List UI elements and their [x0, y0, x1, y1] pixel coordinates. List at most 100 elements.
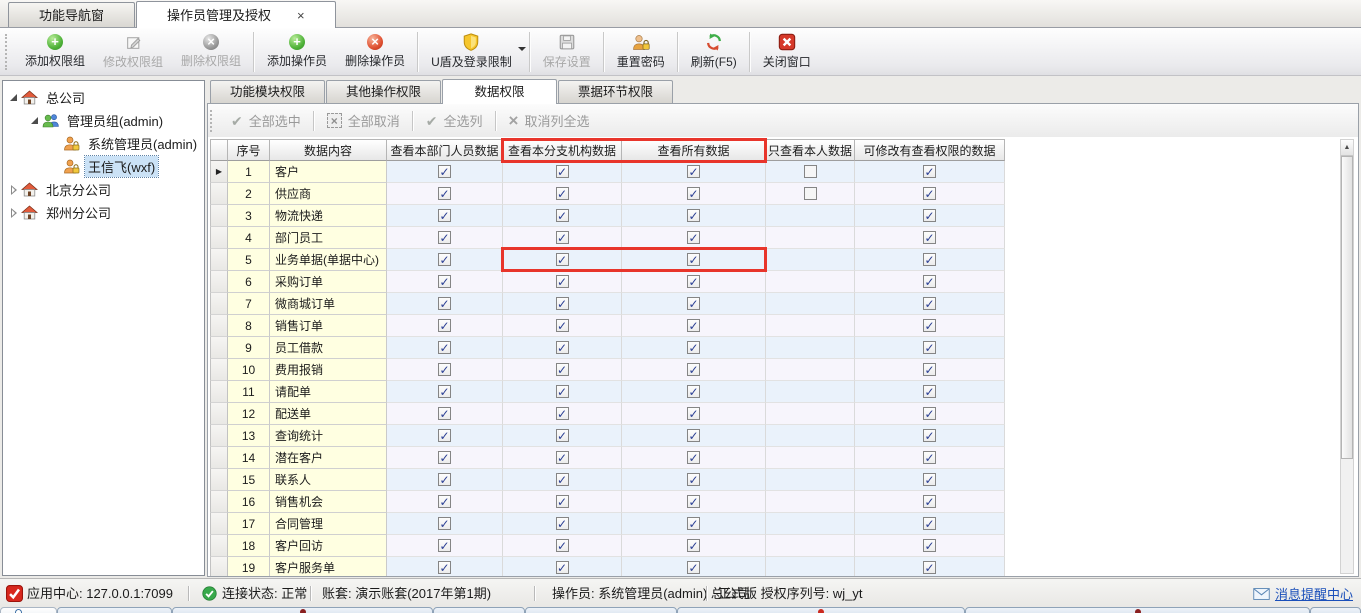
- expander-collapsed-icon[interactable]: [11, 185, 17, 195]
- checkbox-checked[interactable]: ✓: [438, 429, 451, 442]
- row-selector-cell[interactable]: [210, 249, 228, 271]
- checkbox-checked[interactable]: ✓: [438, 253, 451, 266]
- row-selector-cell[interactable]: [210, 271, 228, 293]
- row-selector-cell[interactable]: [210, 513, 228, 535]
- toolbar-button-ushield-login-limit[interactable]: U盾及登录限制: [422, 30, 526, 74]
- checkbox-checked[interactable]: ✓: [438, 517, 451, 530]
- checkbox-checked[interactable]: ✓: [923, 561, 936, 574]
- checkbox-checked[interactable]: ✓: [923, 429, 936, 442]
- checkbox-checked[interactable]: ✓: [687, 275, 700, 288]
- checkbox-checked[interactable]: ✓: [556, 319, 569, 332]
- checkbox-checked[interactable]: ✓: [923, 319, 936, 332]
- dock-segment[interactable]: [57, 607, 172, 613]
- checkbox-checked[interactable]: ✓: [438, 473, 451, 486]
- tree-item-zhengzhou-branch[interactable]: 郑州分公司: [3, 201, 204, 224]
- tree-item-wang-xinfei[interactable]: 王信飞(wxf): [3, 155, 204, 178]
- row-selector-cell[interactable]: [210, 469, 228, 491]
- perm-tab-data-perm[interactable]: 数据权限: [442, 79, 557, 104]
- checkbox-checked[interactable]: ✓: [556, 561, 569, 574]
- checkbox-checked[interactable]: ✓: [923, 495, 936, 508]
- toolbar-button-refresh[interactable]: 刷新(F5): [682, 30, 746, 74]
- grid-column-header[interactable]: 序号: [228, 139, 270, 161]
- checkbox-checked[interactable]: ✓: [556, 517, 569, 530]
- checkbox-checked[interactable]: ✓: [556, 407, 569, 420]
- scroll-up-button[interactable]: ▲: [1341, 140, 1353, 156]
- row-selector-cell[interactable]: [210, 337, 228, 359]
- checkbox-checked[interactable]: ✓: [438, 363, 451, 376]
- checkbox-checked[interactable]: ✓: [687, 363, 700, 376]
- checkbox-checked[interactable]: ✓: [687, 385, 700, 398]
- checkbox-checked[interactable]: ✓: [687, 495, 700, 508]
- checkbox-checked[interactable]: ✓: [438, 385, 451, 398]
- checkbox-checked[interactable]: ✓: [687, 517, 700, 530]
- checkbox-unchecked[interactable]: [804, 165, 817, 178]
- checkbox-checked[interactable]: ✓: [923, 451, 936, 464]
- checkbox-checked[interactable]: ✓: [438, 297, 451, 310]
- tree-expander[interactable]: [28, 117, 41, 124]
- toolbar-button-save-settings[interactable]: 保存设置: [534, 30, 600, 74]
- toolbar-button-delete-operator[interactable]: ×删除操作员: [336, 30, 414, 74]
- checkbox-checked[interactable]: ✓: [556, 187, 569, 200]
- expander-collapsed-icon[interactable]: [11, 208, 17, 218]
- checkbox-checked[interactable]: ✓: [556, 165, 569, 178]
- toolbar-button-add-operator[interactable]: +添加操作员: [258, 30, 336, 74]
- checkbox-checked[interactable]: ✓: [923, 517, 936, 530]
- checkbox-checked[interactable]: ✓: [687, 561, 700, 574]
- dock-segment[interactable]: [525, 607, 677, 613]
- checkbox-checked[interactable]: ✓: [923, 231, 936, 244]
- checkbox-checked[interactable]: ✓: [556, 341, 569, 354]
- checkbox-checked[interactable]: ✓: [923, 187, 936, 200]
- checkbox-checked[interactable]: ✓: [556, 297, 569, 310]
- checkbox-checked[interactable]: ✓: [923, 341, 936, 354]
- row-selector-cell[interactable]: [210, 557, 228, 576]
- toolbar-button-close-window[interactable]: 关闭窗口: [754, 30, 820, 74]
- checkbox-checked[interactable]: ✓: [438, 275, 451, 288]
- tree-item-beijing-branch[interactable]: 北京分公司: [3, 178, 204, 201]
- perm-tab-ticket-perm[interactable]: 票据环节权限: [558, 80, 673, 103]
- tree-expander[interactable]: [7, 208, 20, 218]
- checkbox-checked[interactable]: ✓: [438, 231, 451, 244]
- selection-button-select-all[interactable]: ✔全部选中: [221, 111, 311, 130]
- checkbox-checked[interactable]: ✓: [438, 165, 451, 178]
- checkbox-checked[interactable]: ✓: [687, 473, 700, 486]
- tree-expander[interactable]: [7, 94, 20, 101]
- toolbar-button-add-permission-group[interactable]: +添加权限组: [16, 30, 94, 74]
- row-selector-cell[interactable]: [210, 359, 228, 381]
- dock-segment[interactable]: [0, 607, 57, 613]
- tree-item-head-office[interactable]: 总公司: [3, 86, 204, 109]
- window-tab-operator-mgmt[interactable]: 操作员管理及授权×: [136, 1, 336, 28]
- selection-toolbar-grip[interactable]: [210, 110, 216, 132]
- row-selector-cell[interactable]: [210, 381, 228, 403]
- row-selector-cell[interactable]: [210, 491, 228, 513]
- checkbox-checked[interactable]: ✓: [438, 451, 451, 464]
- checkbox-checked[interactable]: ✓: [687, 231, 700, 244]
- checkbox-checked[interactable]: ✓: [923, 539, 936, 552]
- tree-item-admin-group[interactable]: 管理员组(admin): [3, 109, 204, 132]
- row-selector-cell[interactable]: [210, 425, 228, 447]
- checkbox-checked[interactable]: ✓: [923, 275, 936, 288]
- chevron-down-icon[interactable]: [518, 47, 526, 51]
- scrollbar-thumb[interactable]: [1341, 156, 1353, 459]
- row-selector-cell[interactable]: [210, 293, 228, 315]
- checkbox-checked[interactable]: ✓: [687, 429, 700, 442]
- row-selector-cell[interactable]: [210, 315, 228, 337]
- checkbox-checked[interactable]: ✓: [438, 187, 451, 200]
- checkbox-checked[interactable]: ✓: [923, 297, 936, 310]
- toolbar-grip[interactable]: [5, 34, 11, 70]
- checkbox-checked[interactable]: ✓: [556, 253, 569, 266]
- message-center-link[interactable]: 消息提醒中心: [1275, 584, 1353, 603]
- dock-segment[interactable]: [172, 607, 433, 613]
- checkbox-checked[interactable]: ✓: [438, 209, 451, 222]
- grid-column-header[interactable]: 可修改有查看权限的数据: [855, 139, 1005, 161]
- checkbox-checked[interactable]: ✓: [687, 539, 700, 552]
- tree-expander[interactable]: [7, 185, 20, 195]
- mail-icon[interactable]: [1253, 588, 1270, 600]
- grid-column-header[interactable]: 查看所有数据: [622, 139, 766, 161]
- vertical-scrollbar[interactable]: ▲: [1340, 139, 1354, 574]
- selection-button-cancel-all[interactable]: ×全部取消: [317, 111, 410, 130]
- checkbox-unchecked[interactable]: [804, 187, 817, 200]
- grid-column-header[interactable]: 数据内容: [270, 139, 387, 161]
- tree-item-system-admin[interactable]: 系统管理员(admin): [3, 132, 204, 155]
- close-icon[interactable]: ×: [297, 8, 305, 23]
- checkbox-checked[interactable]: ✓: [556, 495, 569, 508]
